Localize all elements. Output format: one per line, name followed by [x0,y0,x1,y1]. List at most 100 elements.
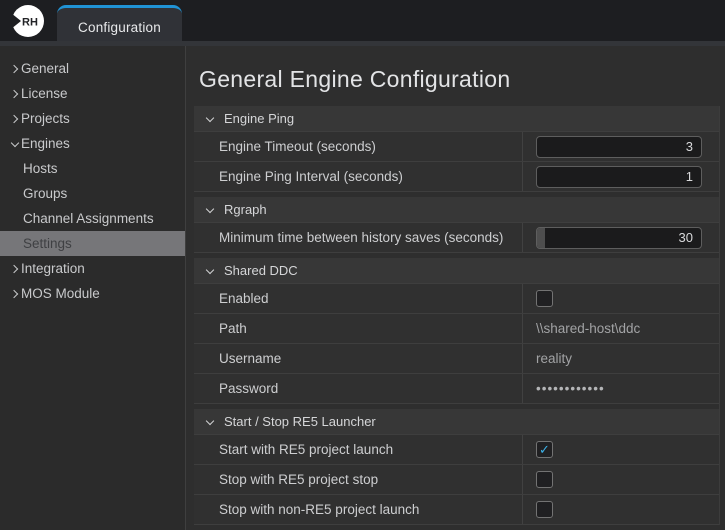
section-rows: Engine Timeout (seconds) Engine Ping Int… [194,132,719,192]
svg-text:RH: RH [22,17,38,29]
section-title: Start / Stop RE5 Launcher [224,414,376,429]
section-header[interactable]: Shared DDC [194,258,719,284]
sidebar-item-integration[interactable]: Integration [0,256,185,281]
sidebar-item-general[interactable]: General [0,56,185,81]
chevron-down-icon [204,208,216,212]
chevron-right-icon [8,116,21,122]
page-body: General License Projects Engines Hosts G… [0,46,725,530]
tab-label: Configuration [78,20,161,35]
sidebar-item-groups[interactable]: Groups [0,181,185,206]
row-password: Password [194,374,719,404]
chevron-down-icon [204,420,216,424]
setting-value-cell [523,314,719,343]
username-field[interactable] [536,351,706,366]
section-start-stop-re5-launcher: Start / Stop RE5 Launcher Start with RE5… [194,409,719,525]
engine-ping-interval-seconds-input-box [536,166,702,188]
chevron-right-icon [8,291,21,297]
content-area: General Engine Configuration Engine Ping… [186,46,725,530]
chevron-right-icon [8,91,21,97]
sidebar-item-hosts[interactable]: Hosts [0,156,185,181]
sidebar-item-label: Projects [21,111,70,126]
enabled-checkbox[interactable] [536,290,553,307]
chevron-down-icon [8,142,21,146]
section-header[interactable]: Engine Ping [194,106,719,132]
setting-label: Engine Ping Interval (seconds) [194,162,523,191]
top-bar: RH Configuration [0,0,725,46]
sidebar-item-engines[interactable]: Engines [0,131,185,156]
chevron-down-icon [204,269,216,273]
path-field[interactable] [536,321,706,336]
section-title: Engine Ping [224,111,294,126]
setting-label: Engine Timeout (seconds) [194,132,523,161]
row-engine-timeout-seconds: Engine Timeout (seconds) [194,132,719,162]
engine-timeout-seconds-input-box [536,136,702,158]
section-header[interactable]: Rgraph [194,197,719,223]
sidebar-item-label: License [21,86,68,101]
page-title: General Engine Configuration [199,66,720,93]
section-engine-ping: Engine Ping Engine Timeout (seconds) Eng… [194,106,719,192]
setting-value-cell: ✓ [523,435,719,464]
section-rows: Start with RE5 project launch ✓ Stop wit… [194,435,719,525]
setting-value-cell [523,284,719,313]
row-minimum-time-between-history-saves-seconds: Minimum time between history saves (seco… [194,223,719,253]
app-logo[interactable]: RH [11,4,45,38]
start-with-re5-project-launch-checkbox[interactable]: ✓ [536,441,553,458]
engine-ping-interval-seconds-input[interactable] [537,169,701,184]
row-start-with-re5-project-launch: Start with RE5 project launch ✓ [194,435,719,465]
setting-value-cell [523,223,719,252]
checkmark-icon: ✓ [539,443,550,456]
setting-label: Stop with non-RE5 project launch [194,495,523,524]
sidebar-item-projects[interactable]: Projects [0,106,185,131]
setting-value-cell [523,132,719,161]
row-stop-with-non-re5-project-launch: Stop with non-RE5 project launch [194,495,719,525]
setting-value-cell [523,465,719,494]
section-title: Rgraph [224,202,267,217]
drag-handle[interactable] [537,228,545,248]
tab-configuration[interactable]: Configuration [57,5,182,46]
chevron-right-icon [8,266,21,272]
sidebar-item-label: Hosts [23,161,58,176]
minimum-time-between-history-saves-seconds-input-box [536,227,702,249]
sidebar-item-label: Groups [23,186,67,201]
section-shared-ddc: Shared DDC Enabled Path Username Passwor… [194,258,719,404]
sidebar-item-label: MOS Module [21,286,100,301]
row-enabled: Enabled [194,284,719,314]
sidebar-nav: General License Projects Engines Hosts G… [0,46,186,530]
setting-label: Password [194,374,523,403]
setting-value-cell [523,495,719,524]
engine-timeout-seconds-input[interactable] [537,139,701,154]
setting-label: Start with RE5 project launch [194,435,523,464]
stop-with-non-re5-project-launch-checkbox[interactable] [536,501,553,518]
setting-label: Enabled [194,284,523,313]
minimum-time-between-history-saves-seconds-input[interactable] [545,230,701,245]
stop-with-re5-project-stop-checkbox[interactable] [536,471,553,488]
section-rows: Enabled Path Username Password [194,284,719,404]
section-rows: Minimum time between history saves (seco… [194,223,719,253]
setting-label: Username [194,344,523,373]
sidebar-item-mos-module[interactable]: MOS Module [0,281,185,306]
sidebar-item-label: Channel Assignments [23,211,154,226]
sidebar-item-label: Integration [21,261,85,276]
section-header[interactable]: Start / Stop RE5 Launcher [194,409,719,435]
chevron-down-icon [204,117,216,121]
sidebar-item-label: General [21,61,69,76]
setting-value-cell [523,374,719,403]
row-stop-with-re5-project-stop: Stop with RE5 project stop [194,465,719,495]
row-engine-ping-interval-seconds: Engine Ping Interval (seconds) [194,162,719,192]
sidebar-item-channel-assignments[interactable]: Channel Assignments [0,206,185,231]
sidebar-item-label: Engines [21,136,70,151]
config-table: Engine Ping Engine Timeout (seconds) Eng… [194,106,720,525]
section-rgraph: Rgraph Minimum time between history save… [194,197,719,253]
setting-value-cell [523,344,719,373]
setting-label: Path [194,314,523,343]
rh-logo-icon: RH [11,4,45,38]
sidebar-item-label: Settings [23,236,72,251]
section-title: Shared DDC [224,263,298,278]
row-username: Username [194,344,719,374]
sidebar-item-settings[interactable]: Settings [0,231,185,256]
setting-label: Stop with RE5 project stop [194,465,523,494]
tabstrip-bottom-band [0,41,725,46]
sidebar-item-license[interactable]: License [0,81,185,106]
password-field[interactable] [536,381,706,396]
setting-label: Minimum time between history saves (seco… [194,223,523,252]
